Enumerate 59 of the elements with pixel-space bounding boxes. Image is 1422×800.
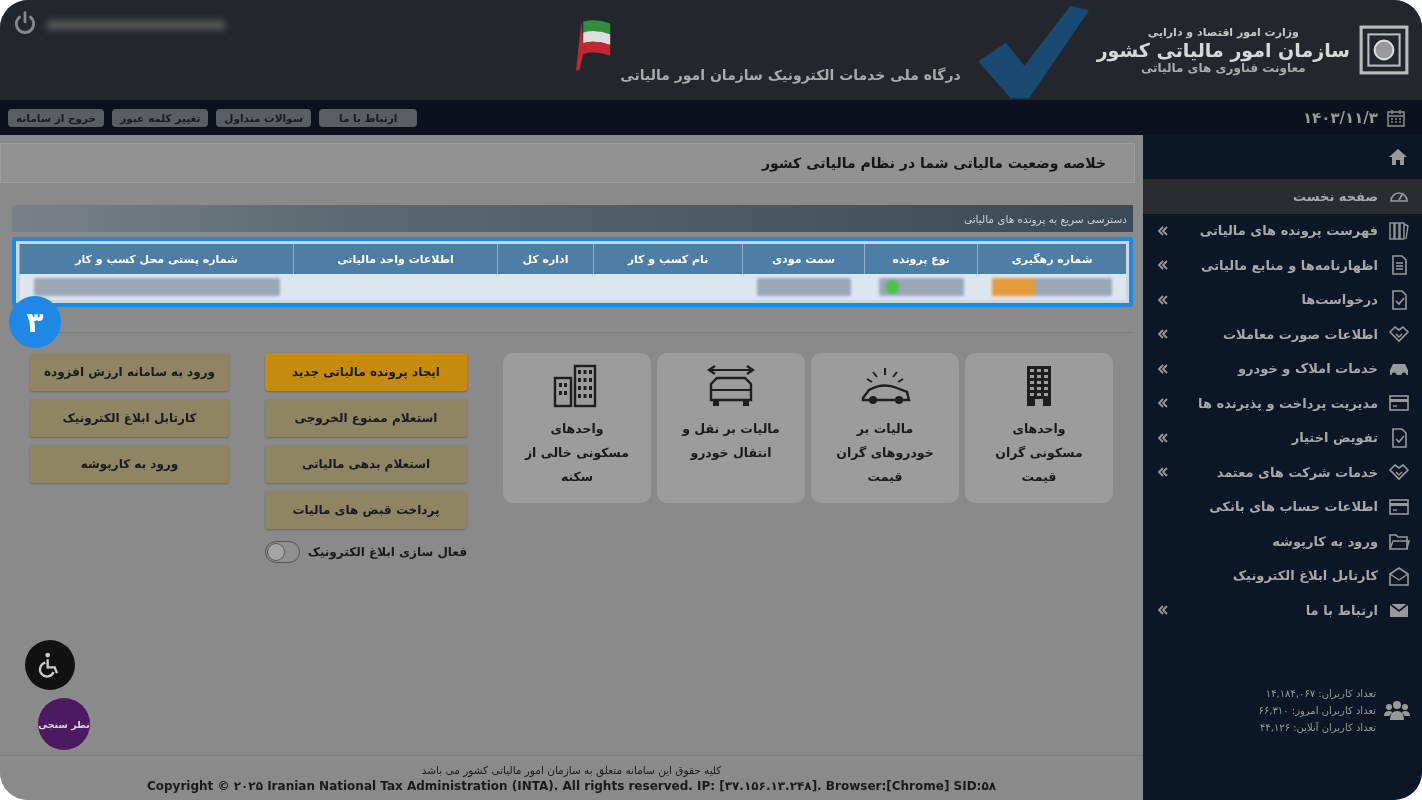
tile-label: مالیات بر خودروهای گران قیمت — [835, 420, 935, 486]
sidebar-item[interactable]: خدمات شرکت های معتمد — [1143, 455, 1422, 490]
tile-label: واحدهای مسکونی گران قیمت — [994, 420, 1084, 486]
action-button[interactable]: استعلام بدهی مالیاتی — [265, 445, 467, 483]
ministry-name: وزارت امور اقتصاد و دارایی — [1147, 25, 1299, 39]
user-count: تعداد کاربران امروز: ۶۶,۳۱۰ — [1258, 704, 1376, 716]
service-tile[interactable]: مالیات بر خودروهای گران قیمت — [811, 353, 959, 503]
sidebar-item[interactable]: فهرست پرونده های مالیاتی — [1143, 213, 1422, 248]
column-header: نوع پرونده — [864, 244, 978, 274]
sidebar-item[interactable]: ورود به کارپوشه — [1143, 524, 1422, 559]
step-badge: ۳ — [9, 296, 61, 348]
column-header: سمت مودی — [742, 244, 865, 274]
current-date: ۱۴۰۳/۱۱/۳ — [1302, 108, 1378, 127]
home-icon[interactable] — [1388, 147, 1408, 167]
panel-title: دسترسی سریع به پرونده های مالیاتی — [963, 212, 1127, 225]
service-tile[interactable]: واحدهای مسکونی گران قیمت — [965, 353, 1113, 503]
sidebar-item[interactable]: مدیریت پرداخت و پذیرنده ها — [1143, 386, 1422, 421]
link-button[interactable]: ورود به سامانه ارزش افزوده — [30, 353, 229, 391]
sidebar-item[interactable]: ارتباط با ما — [1143, 593, 1422, 628]
portal-title: درگاه ملی خدمات الکترونیک سازمان امور مالیاتی — [620, 67, 961, 83]
sidebar-item[interactable]: اطلاعات صورت معاملات — [1143, 317, 1422, 352]
users-icon — [1384, 699, 1410, 721]
calendar-icon — [1386, 107, 1406, 128]
link-button[interactable]: کارتابل ابلاغ الکترونیک — [30, 399, 229, 437]
accessibility-button[interactable] — [25, 640, 75, 690]
sidebar-item[interactable]: کارتابل ابلاغ الکترونیک — [1143, 558, 1422, 593]
column-header: اداره کل — [497, 244, 594, 274]
sidebar-item[interactable]: اظهارنامه‌ها و منابع مالیاتی — [1143, 248, 1422, 283]
action-button[interactable]: ایجاد پرونده مالیاتی جدید — [265, 353, 467, 391]
binders-icon — [1388, 219, 1410, 242]
column-header: نام کسب و کار — [593, 244, 743, 274]
power-icon[interactable] — [12, 10, 38, 36]
link-button[interactable]: ورود به کارپوشه — [30, 445, 229, 483]
sidebar-item[interactable]: خدمات املاک و خودرو — [1143, 351, 1422, 386]
mail-open-icon — [1388, 564, 1410, 587]
toggle-label: فعال سازی ابلاغ الکترونیک — [307, 545, 467, 559]
survey-button[interactable]: نظر سنجی — [38, 698, 90, 750]
service-tile[interactable]: مالیات بر نقل و انتقال خودرو — [657, 353, 805, 503]
sidebar-item[interactable]: تفویض اختیار — [1143, 420, 1422, 455]
service-tile[interactable]: واحدهای مسکونی خالی از سکنه — [503, 353, 651, 503]
action-button[interactable]: پرداخت قبض های مالیات — [265, 491, 467, 529]
page-title: خلاصه وضعیت مالیاتی شما در نظام مالیاتی کشور — [762, 155, 1106, 171]
sidebar-item[interactable]: اطلاعات حساب های بانکی — [1143, 489, 1422, 524]
tile-label: مالیات بر نقل و انتقال خودرو — [680, 420, 781, 462]
column-header: شماره رهگیری — [977, 244, 1126, 274]
rights-notice: کلیه حقوق این سامانه متعلق به سازمان امور مالیاتی کشور می باشد — [421, 763, 722, 776]
copyright-text: Copyright © ۲۰۲۵ Iranian National Tax Administration (INTA). All rights reserved. IP: [۳۷.۱۵۶.۱۳.۲۴۸]. Browser:[Chrome] SID:۵۸ — [146, 778, 997, 793]
sidebar-item[interactable]: درخواست‌ها — [1143, 282, 1422, 317]
column-header: اطلاعات واحد مالیاتی — [293, 244, 498, 274]
user-count: تعداد کاربران آنلاین: ۴۴,۱۲۶ — [1258, 721, 1376, 733]
emblem-icon — [1358, 24, 1410, 76]
action-button[interactable]: استعلام ممنوع الخروجی — [265, 399, 467, 437]
user-count: تعداد کاربران: ۱۴,۱۸۴,۰۶۷ — [1264, 687, 1376, 699]
sidebar-item[interactable]: صفحه نخست — [1143, 179, 1422, 214]
toggle-switch[interactable] — [265, 541, 300, 563]
deputy-name: معاونت فناوری های مالیاتی — [1140, 60, 1306, 75]
tile-label: واحدهای مسکونی خالی از سکنه — [523, 420, 631, 486]
column-header: شماره پستی محل کسب و کار — [19, 244, 294, 274]
organization-name: سازمان امور مالیاتی کشور — [1096, 38, 1350, 61]
